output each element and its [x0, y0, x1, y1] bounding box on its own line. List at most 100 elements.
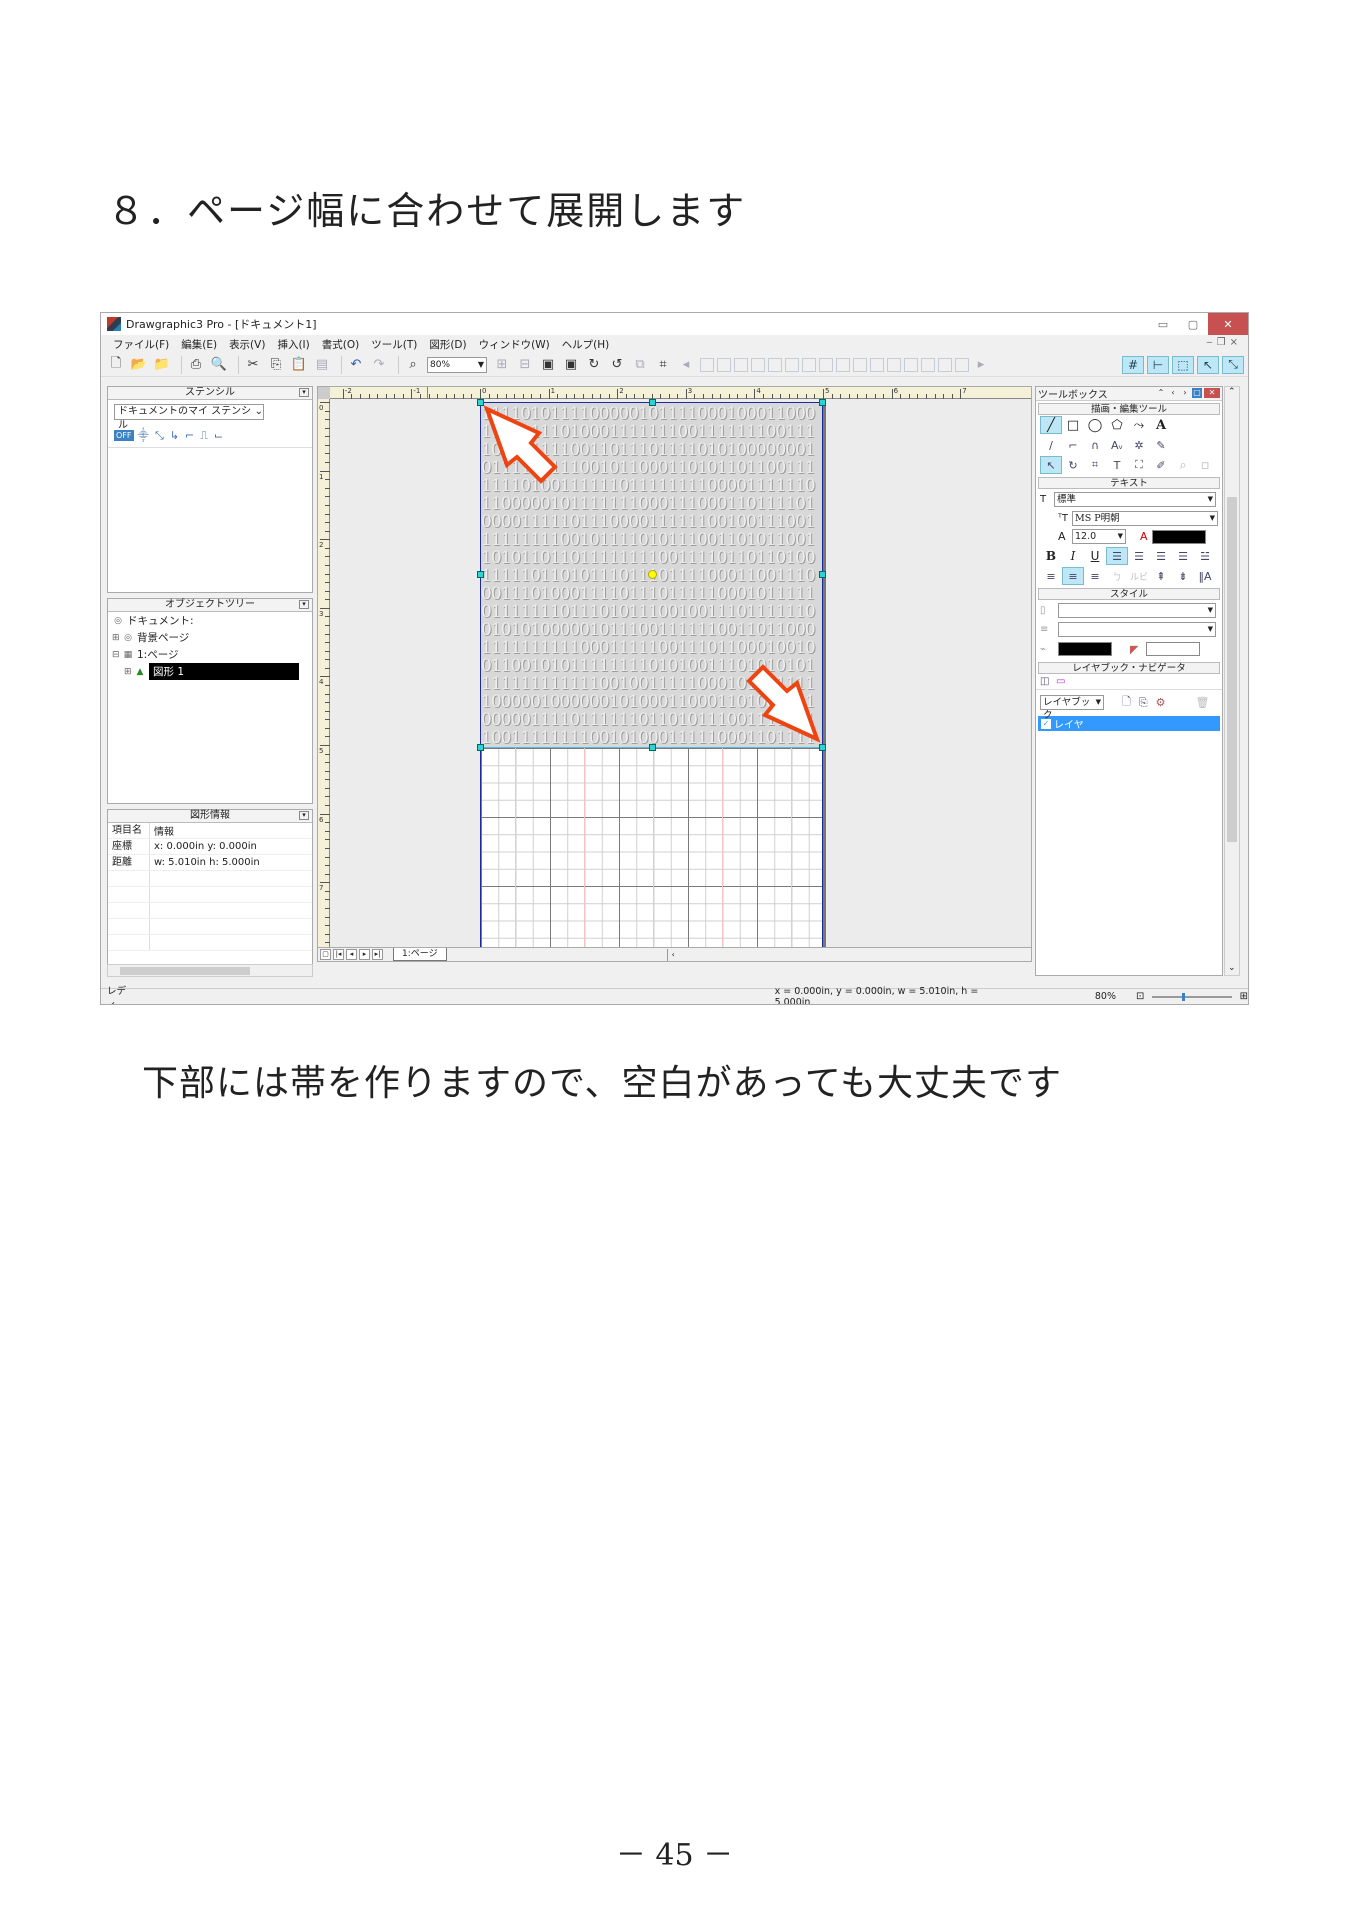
- layer-properties-icon[interactable]: ⚙: [1156, 696, 1166, 709]
- line-spacing-up-icon[interactable]: ⇞: [1150, 567, 1172, 585]
- connector-straight-icon[interactable]: ⸎: [138, 428, 149, 443]
- line-color-swatch[interactable]: [1058, 642, 1112, 656]
- scroll-thumb[interactable]: [120, 967, 250, 975]
- valign-top-icon[interactable]: ≡: [1040, 567, 1062, 585]
- hscroll-left-icon[interactable]: ‹: [672, 950, 675, 959]
- left-panel-hscrollbar[interactable]: [107, 964, 313, 977]
- maximize-button[interactable]: ▢: [1178, 313, 1208, 335]
- scroll-down-icon[interactable]: ⌄: [1228, 963, 1236, 973]
- zoom-tool-icon[interactable]: ⌕: [1172, 456, 1194, 474]
- layerbook-dropdown[interactable]: レイヤブック ▼: [1040, 695, 1104, 721]
- group-icon[interactable]: ⧉: [631, 356, 649, 374]
- line-spacing-down-icon[interactable]: ⇟: [1172, 567, 1194, 585]
- font-color-icon[interactable]: A: [1140, 530, 1148, 543]
- minimize-button[interactable]: ▭: [1148, 313, 1178, 335]
- distribute-icon[interactable]: ⊟: [516, 356, 534, 374]
- justify-icon[interactable]: ☰: [1172, 547, 1194, 565]
- horizontal-ruler[interactable]: -2 -1 0 1 2 3 4 5 6 7: [330, 387, 1031, 399]
- layerbook-tab-icon[interactable]: ◫: [1040, 676, 1056, 687]
- tree-item-background-page[interactable]: ⊞ ◎ 背景ページ: [108, 629, 312, 646]
- select-pointer-icon[interactable]: ↖: [1197, 355, 1219, 374]
- scroll-right-icon[interactable]: ▸: [972, 356, 990, 374]
- drawing-canvas[interactable]: -2 -1 0 1 2 3 4 5 6 7 0 1 2 3 4 5 6 7 111101011110000010…: [317, 386, 1032, 962]
- eyedropper-icon[interactable]: ✐: [1150, 456, 1172, 474]
- menu-format[interactable]: 書式(O): [322, 337, 359, 352]
- line-style-select[interactable]: ▼: [1058, 622, 1216, 637]
- collapse-icon[interactable]: ⊟: [112, 650, 122, 660]
- rotate-tool-icon[interactable]: ↻: [1062, 456, 1084, 474]
- scroll-up-icon[interactable]: ⌃: [1228, 387, 1236, 397]
- checkbox-icon[interactable]: ✓: [1041, 718, 1051, 729]
- layer-row[interactable]: ✓ レイヤ: [1038, 716, 1220, 731]
- underline-icon[interactable]: U: [1084, 547, 1106, 565]
- paste-special-icon[interactable]: ▤: [313, 356, 331, 374]
- line-tool-icon[interactable]: ╱: [1040, 416, 1062, 434]
- connect-pointer-icon[interactable]: ⤡: [1222, 355, 1244, 374]
- page-view-icon[interactable]: ▢: [320, 949, 331, 960]
- delete-layer-icon[interactable]: 🗑: [1196, 696, 1210, 709]
- align-right-icon[interactable]: ☰: [1150, 547, 1172, 565]
- pin-icon[interactable]: ▢: [1192, 388, 1202, 398]
- toolbox-close-icon[interactable]: ✕: [1204, 388, 1220, 398]
- stencil-select[interactable]: ドキュメントのマイ ステンシル ⌄: [114, 404, 264, 431]
- menu-insert[interactable]: 挿入(I): [277, 337, 309, 352]
- connector-tool-icon[interactable]: ⤳: [1128, 416, 1150, 434]
- panel-menu-icon[interactable]: ▾: [299, 811, 309, 820]
- zoom-slider[interactable]: [1152, 992, 1232, 1001]
- copy-layer-icon[interactable]: ⎘: [1139, 696, 1148, 710]
- polygon-tool-icon[interactable]: ⬠: [1106, 416, 1128, 434]
- menu-help[interactable]: ヘルプ(H): [562, 337, 610, 352]
- zoom-fit-icon[interactable]: ⊡: [1136, 991, 1144, 1002]
- valign-bottom-icon[interactable]: ≡: [1084, 567, 1106, 585]
- menu-window[interactable]: ウィンドウ(W): [479, 337, 550, 352]
- fill-style-select[interactable]: ▼: [1058, 603, 1216, 618]
- pan-tool-icon[interactable]: ▫: [1194, 456, 1216, 474]
- text-style-select[interactable]: 標準 ▼: [1054, 492, 1216, 507]
- ruler-corner[interactable]: [318, 387, 330, 399]
- curve-tool-icon[interactable]: ∩: [1084, 436, 1106, 454]
- menu-shape[interactable]: 図形(D): [429, 337, 466, 352]
- ungroup-icon[interactable]: ⌗: [654, 356, 672, 374]
- align-icon[interactable]: ⊞: [493, 356, 511, 374]
- zoom-in-icon[interactable]: ⊞: [1240, 991, 1248, 1002]
- menu-file[interactable]: ファイル(F): [113, 337, 169, 352]
- next-page-icon[interactable]: ▸: [359, 949, 370, 960]
- bring-front-icon[interactable]: ▣: [539, 356, 557, 374]
- guide-icon[interactable]: ⊢: [1147, 355, 1169, 374]
- star-tool-icon[interactable]: ✲: [1128, 436, 1150, 454]
- prev-page-icon[interactable]: ◂: [346, 949, 357, 960]
- italic-icon[interactable]: I: [1062, 547, 1084, 565]
- new-layer-icon[interactable]: 🗋: [1122, 693, 1131, 712]
- rectangle-tool-icon[interactable]: □: [1062, 416, 1084, 434]
- valign-middle-icon[interactable]: ≡: [1062, 567, 1084, 585]
- tree-item-shape-1[interactable]: ⊞ ▲ 図形 1: [108, 663, 312, 680]
- new-document-icon[interactable]: 🗋: [107, 356, 125, 374]
- navigator-tab-icon[interactable]: ▭: [1056, 676, 1072, 687]
- line-color-icon[interactable]: ⌁: [1040, 644, 1058, 655]
- close-button[interactable]: ✕: [1208, 313, 1248, 335]
- text-box-icon[interactable]: T: [1106, 456, 1128, 474]
- undo-icon[interactable]: ↶: [347, 356, 365, 374]
- last-page-icon[interactable]: ▸|: [372, 949, 383, 960]
- rotate-right-icon[interactable]: ↻: [585, 356, 603, 374]
- redo-icon[interactable]: ↷: [370, 356, 388, 374]
- prev-icon[interactable]: ‹: [1168, 388, 1178, 398]
- collapse-up-icon[interactable]: ⌃: [1156, 388, 1166, 398]
- zoom-select[interactable]: 80% ▼: [427, 356, 487, 373]
- send-back-icon[interactable]: ▣: [562, 356, 580, 374]
- ruby-icon[interactable]: ㄅ: [1106, 567, 1128, 585]
- font-color-swatch[interactable]: [1151, 529, 1206, 544]
- expand-icon[interactable]: ⊞: [124, 667, 134, 677]
- vertical-ruler[interactable]: 0 1 2 3 4 5 6 7: [318, 399, 330, 961]
- tree-item-document[interactable]: ◎ ドキュメント:: [108, 612, 312, 629]
- ellipse-tool-icon[interactable]: ◯: [1084, 416, 1106, 434]
- scroll-left-icon[interactable]: ◂: [677, 356, 695, 374]
- mdi-window-controls[interactable]: ‒❐⨯: [1206, 337, 1242, 348]
- panel-menu-icon[interactable]: ▾: [299, 600, 309, 609]
- fill-color-swatch[interactable]: [1146, 642, 1200, 656]
- paste-icon[interactable]: 📋: [290, 356, 308, 374]
- menu-edit[interactable]: 編集(E): [181, 337, 217, 352]
- menu-tools[interactable]: ツール(T): [371, 337, 417, 352]
- expand-icon[interactable]: ⊞: [112, 633, 122, 643]
- connector-step-icon[interactable]: ⎍: [200, 429, 208, 443]
